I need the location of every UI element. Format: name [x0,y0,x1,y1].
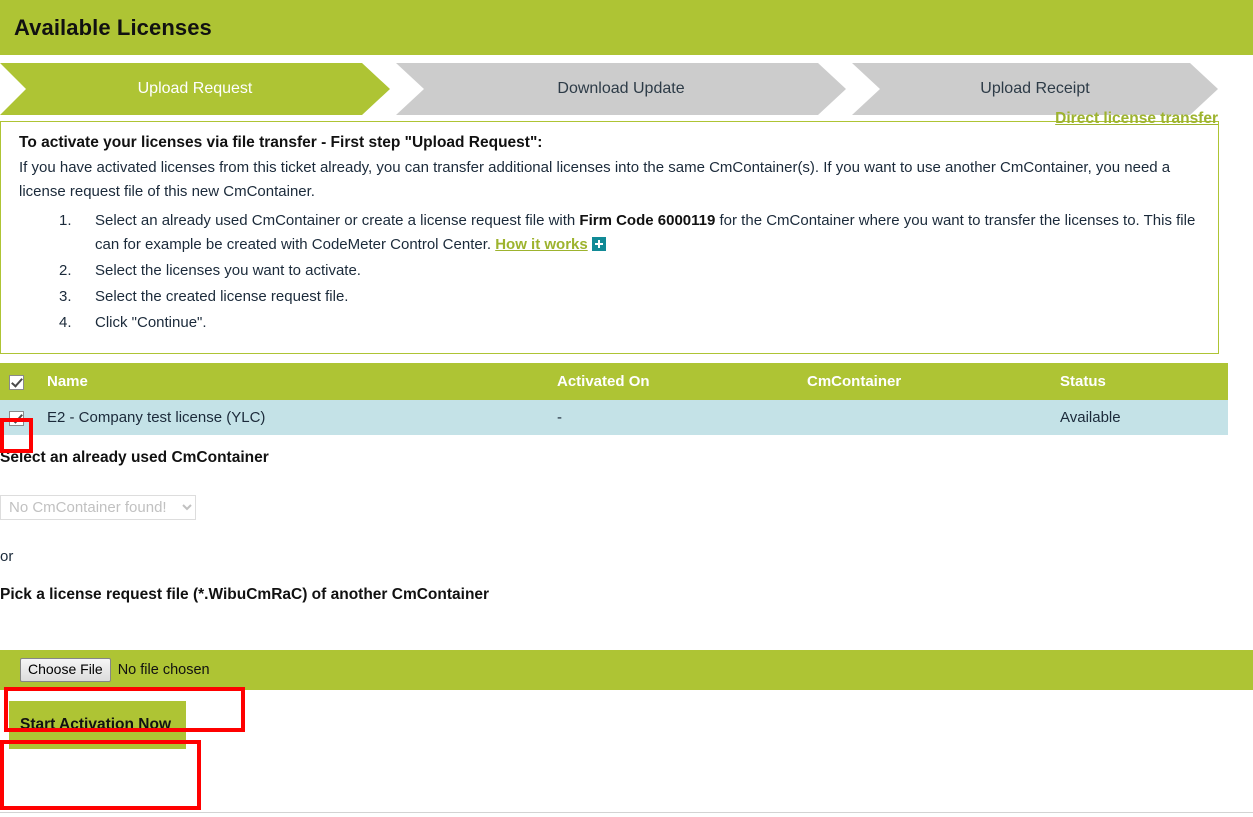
file-picker-bar: Choose File No file chosen [0,650,1253,691]
pick-file-label: Pick a license request file (*.WibuCmRaC… [0,586,490,604]
license-table-body: E2 - Company test license (YLC) - Availa… [0,400,1228,436]
how-it-works-link[interactable]: How it works [495,236,588,253]
row-select-checkbox[interactable] [9,410,24,426]
select-cmcontainer-label: Select an already used CmContainer [0,449,269,467]
header-select-all-cell [0,363,47,401]
step-label: Upload Request [137,80,253,97]
instructions-list-item-1: Select an already used CmContainer or cr… [59,209,1202,259]
action-row: Start Activation Now [0,690,1253,761]
cell-status: Available [1060,400,1228,436]
step-upload-receipt[interactable]: Upload Receipt [852,63,1218,115]
direct-license-transfer-link[interactable]: Direct license transfer [1055,110,1218,128]
instructions-paragraph-line1: If you have activated licenses from this… [19,159,996,176]
instructions-list-item-4: Click "Continue". [59,311,207,336]
instructions-paragraph: If you have activated licenses from this… [19,156,1202,205]
header-status: Status [1060,363,1228,401]
select-all-checkbox[interactable] [9,374,24,390]
instructions-title: To activate your licenses via file trans… [19,134,543,151]
cell-cmcontainer [807,400,1060,436]
license-table-head: Name Activated On CmContainer Status [0,363,1228,401]
cell-activated-on: - [557,400,807,436]
item1-text-a: Select an already used CmContainer or cr… [95,211,580,229]
page-header: Available Licenses [0,0,1253,55]
cmcontainer-select-section: Select an already used CmContainer No Cm… [0,449,1253,604]
instructions-list-item-3: Select the created license request file. [59,285,349,310]
table-header-row: Name Activated On CmContainer Status [0,363,1228,401]
row-select-cell [0,400,47,436]
firm-code: Firm Code 6000119 [579,211,716,229]
header-cmcontainer: CmContainer [807,363,1060,401]
page-title: Available Licenses [14,14,212,40]
step-label: Upload Receipt [980,80,1090,97]
instructions-list: Select an already used CmContainer or cr… [19,209,1202,336]
choose-file-button[interactable]: Choose File [20,658,111,682]
no-file-chosen-label: No file chosen [117,662,210,679]
file-input-row: Choose File No file chosen [0,658,210,682]
cmcontainer-dropdown-wrap: No CmContainer found! [0,495,1253,521]
cmcontainer-select[interactable]: No CmContainer found! [0,495,196,521]
start-activation-button[interactable]: Start Activation Now [9,701,186,750]
header-activated-on: Activated On [557,363,807,401]
license-table: Name Activated On CmContainer Status E2 … [0,363,1228,436]
table-row[interactable]: E2 - Company test license (YLC) - Availa… [0,400,1228,436]
bottom-divider [0,812,1253,813]
or-separator: or [0,548,14,566]
header-name: Name [47,363,557,401]
step-label: Download Update [557,80,685,97]
instructions-list-item-2: Select the licenses you want to activate… [59,259,361,284]
step-progress-bar: Upload Request Download Update Upload Re… [0,63,1253,115]
plus-icon[interactable] [591,237,606,252]
cell-license-name: E2 - Company test license (YLC) [47,400,557,436]
step-download-update[interactable]: Download Update [396,63,846,115]
step-upload-request[interactable]: Upload Request [0,63,390,115]
instructions-panel: To activate your licenses via file trans… [0,121,1219,355]
